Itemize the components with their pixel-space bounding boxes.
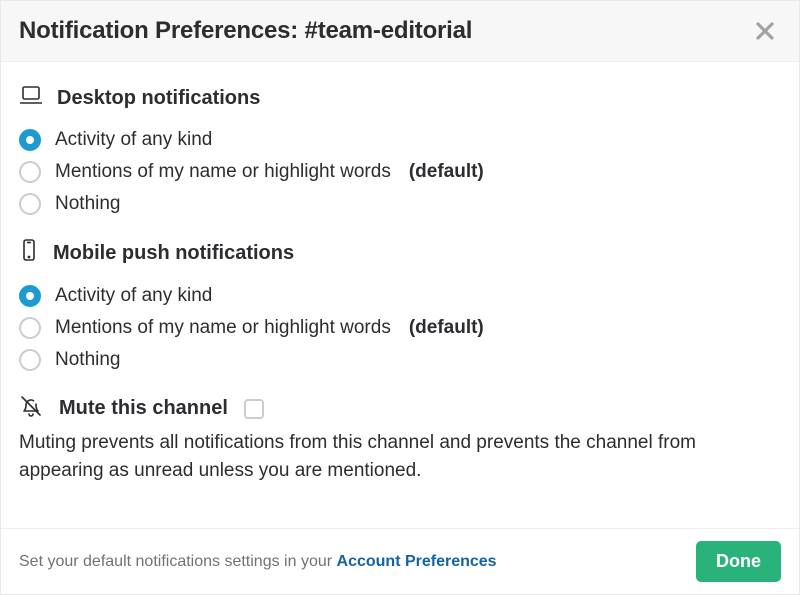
mute-heading: Mute this channel xyxy=(59,397,228,420)
radio-icon xyxy=(19,161,41,183)
desktop-heading-row: Desktop notifications xyxy=(19,84,781,112)
radio-icon xyxy=(19,129,41,151)
mute-description: Muting prevents all notifications from t… xyxy=(19,429,779,484)
radio-icon xyxy=(19,285,41,307)
notification-preferences-dialog: Notification Preferences: #team-editoria… xyxy=(0,0,800,595)
channel-name: #team-editorial xyxy=(305,17,473,44)
mobile-option-activity[interactable]: Activity of any kind xyxy=(19,280,781,312)
mobile-heading: Mobile push notifications xyxy=(53,242,294,265)
radio-label: Mentions of my name or highlight words xyxy=(55,317,391,339)
radio-icon xyxy=(19,193,41,215)
desktop-heading: Desktop notifications xyxy=(57,87,260,110)
laptop-icon xyxy=(19,84,43,112)
dialog-footer: Set your default notifications settings … xyxy=(1,528,799,594)
mobile-heading-row: Mobile push notifications xyxy=(19,238,781,268)
radio-label: Nothing xyxy=(55,193,121,215)
desktop-option-activity[interactable]: Activity of any kind xyxy=(19,124,781,156)
footer-text-prefix: Set your default notifications settings … xyxy=(19,553,337,570)
radio-label: Activity of any kind xyxy=(55,129,212,151)
default-tag: (default) xyxy=(409,161,484,183)
mobile-section: Mobile push notifications Activity of an… xyxy=(19,238,781,376)
desktop-option-nothing[interactable]: Nothing xyxy=(19,188,781,220)
title-prefix: Notification Preferences: xyxy=(19,17,305,44)
radio-icon xyxy=(19,317,41,339)
close-button[interactable] xyxy=(749,15,781,47)
close-icon xyxy=(753,19,777,43)
mobile-option-nothing[interactable]: Nothing xyxy=(19,344,781,376)
dialog-body: Desktop notifications Activity of any ki… xyxy=(1,62,799,528)
mobile-option-mentions[interactable]: Mentions of my name or highlight words (… xyxy=(19,312,781,344)
desktop-section: Desktop notifications Activity of any ki… xyxy=(19,84,781,220)
mute-checkbox[interactable] xyxy=(244,399,264,419)
dialog-title: Notification Preferences: #team-editoria… xyxy=(19,17,472,45)
radio-label: Mentions of my name or highlight words xyxy=(55,161,391,183)
desktop-option-mentions[interactable]: Mentions of my name or highlight words (… xyxy=(19,156,781,188)
account-preferences-link[interactable]: Account Preferences xyxy=(337,553,497,570)
bell-off-icon xyxy=(19,394,43,423)
default-tag: (default) xyxy=(409,317,484,339)
done-button[interactable]: Done xyxy=(696,541,781,582)
radio-label: Activity of any kind xyxy=(55,285,212,307)
mute-row[interactable]: Mute this channel xyxy=(19,394,781,423)
radio-label: Nothing xyxy=(55,349,121,371)
footer-text: Set your default notifications settings … xyxy=(19,553,497,571)
radio-icon xyxy=(19,349,41,371)
dialog-header: Notification Preferences: #team-editoria… xyxy=(1,1,799,62)
phone-icon xyxy=(19,238,39,268)
